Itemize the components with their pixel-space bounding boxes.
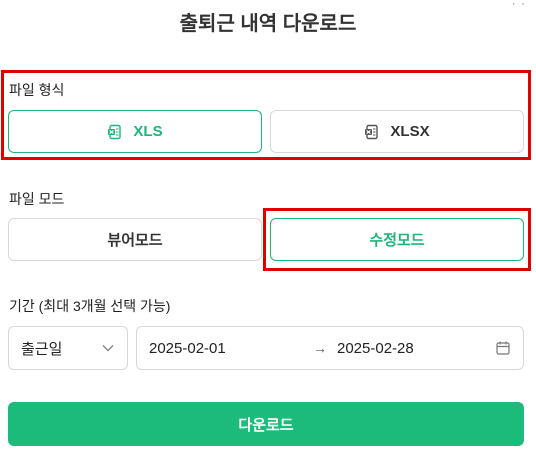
chevron-down-icon — [102, 344, 114, 352]
file-mode-label: 파일 모드 — [9, 191, 65, 207]
start-date-input[interactable]: 2025-02-01 — [149, 340, 226, 357]
format-xls-button[interactable]: XLS — [8, 110, 262, 153]
file-format-label: 파일 형식 — [9, 82, 65, 98]
date-type-select[interactable]: 출근일 — [8, 326, 128, 370]
date-range-picker[interactable]: 2025-02-01 → 2025-02-28 — [136, 326, 524, 370]
download-button[interactable]: 다운로드 — [8, 402, 524, 446]
excel-file-icon — [365, 124, 379, 139]
edit-mode-button[interactable]: 수정모드 — [270, 218, 524, 261]
dialog-title: 출퇴근 내역 다운로드 — [179, 13, 357, 35]
end-date-input[interactable]: 2025-02-28 — [337, 340, 414, 357]
viewer-mode-label: 뷰어모드 — [107, 232, 163, 249]
excel-file-icon — [108, 124, 122, 139]
date-type-value: 출근일 — [21, 340, 63, 358]
viewer-mode-button[interactable]: 뷰어모드 — [8, 218, 262, 261]
format-xlsx-button[interactable]: XLSX — [270, 110, 524, 153]
period-label: 기간 (최대 3개월 선택 가능) — [9, 298, 171, 314]
calendar-icon[interactable] — [495, 340, 511, 356]
format-xls-label: XLS — [133, 123, 163, 140]
format-xlsx-label: XLSX — [390, 123, 430, 140]
edit-mode-label: 수정모드 — [369, 232, 425, 249]
arrow-right-icon: → — [313, 340, 327, 356]
